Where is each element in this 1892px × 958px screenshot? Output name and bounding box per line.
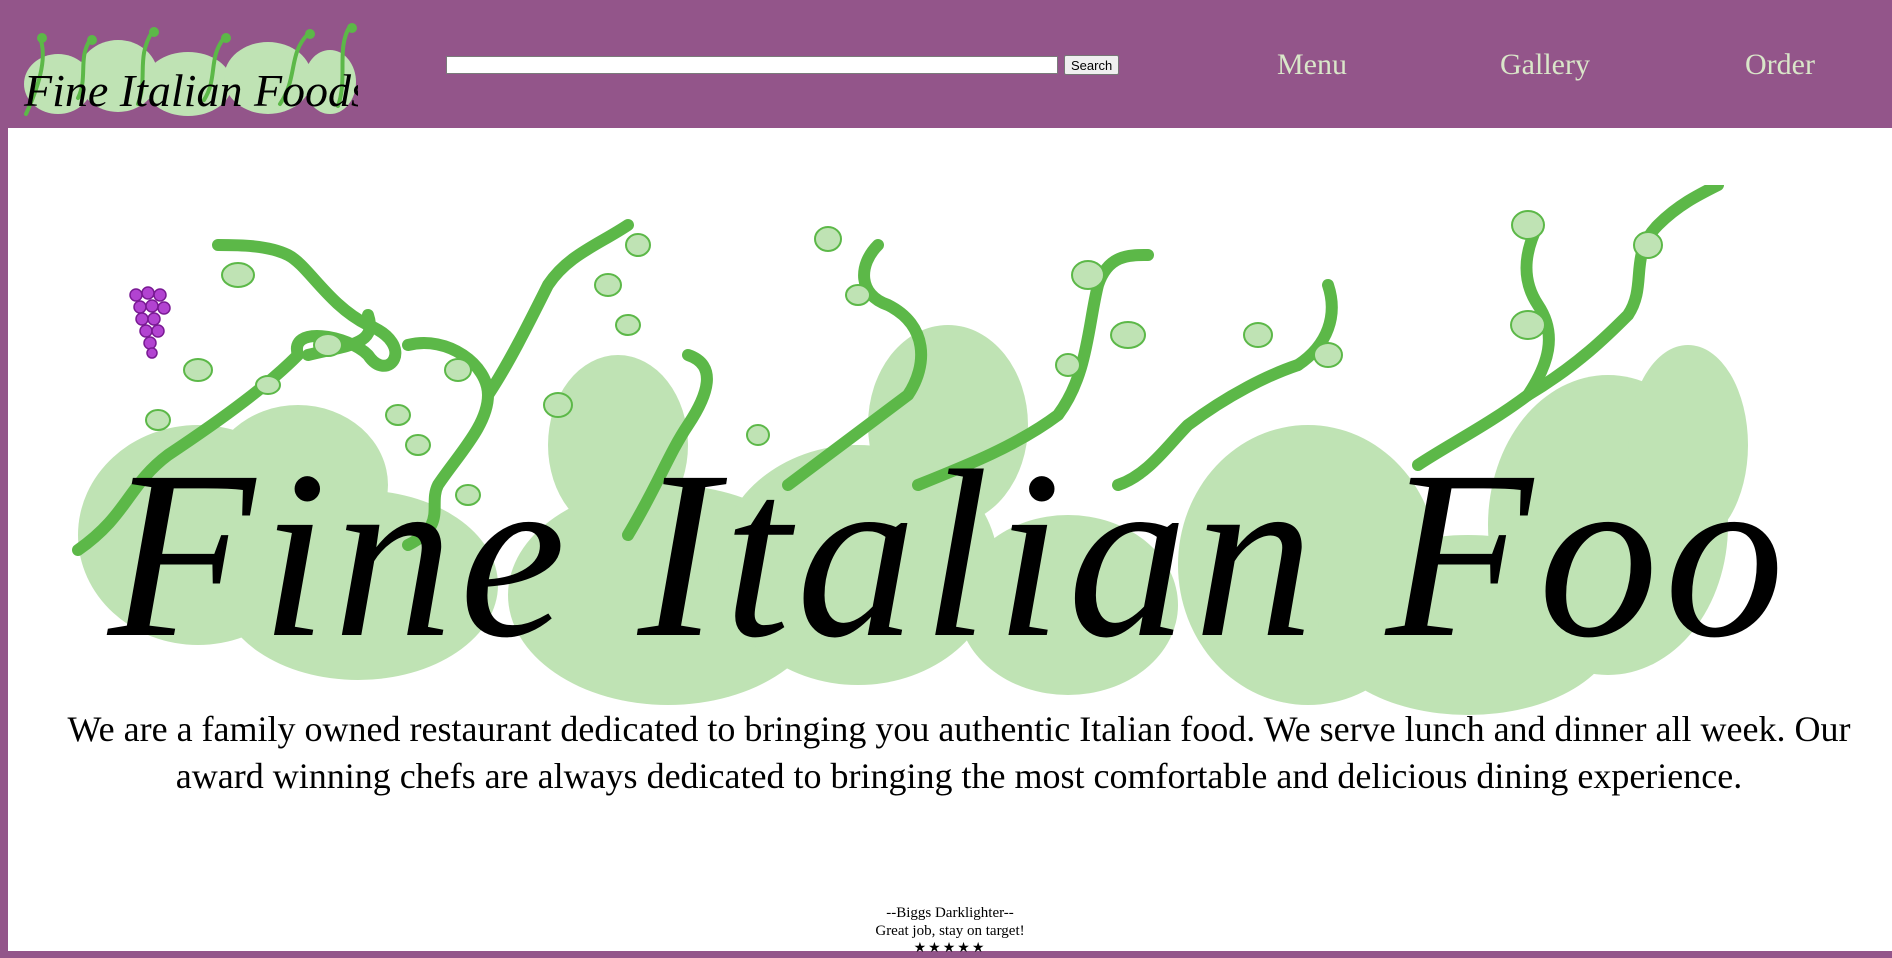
nav-order[interactable]: Order: [1745, 48, 1815, 82]
grapes-icon: [129, 286, 171, 359]
testimonial-rating: ★★★★★: [913, 941, 987, 956]
site-header: Fine Italian Foods Search Menu Gallery O…: [0, 0, 1892, 128]
testimonial-author: --Biggs Darklighter--: [886, 905, 1014, 921]
search-form: Search: [446, 55, 1120, 75]
intro-paragraph: We are a family owned restaurant dedicat…: [67, 709, 1851, 796]
testimonial-quote: Great job, stay on target!: [875, 923, 1025, 939]
nav-menu[interactable]: Menu: [1277, 48, 1347, 82]
main-content: Fine Italian Foods We are a family owned…: [8, 128, 1892, 956]
hero-banner: Fine Italian Foods: [72, 185, 1788, 715]
search-button[interactable]: Search: [1064, 55, 1120, 75]
nav-gallery[interactable]: Gallery: [1500, 48, 1590, 82]
logo-text: Fine Italian Foods: [23, 65, 358, 116]
site-logo[interactable]: Fine Italian Foods: [18, 18, 358, 124]
banner-title: Fine Italian Foods: [106, 421, 1788, 687]
logo-leaves: [37, 23, 357, 45]
search-input[interactable]: [446, 56, 1058, 74]
testimonial: --Biggs Darklighter-- Great job, stay on…: [8, 904, 1892, 958]
